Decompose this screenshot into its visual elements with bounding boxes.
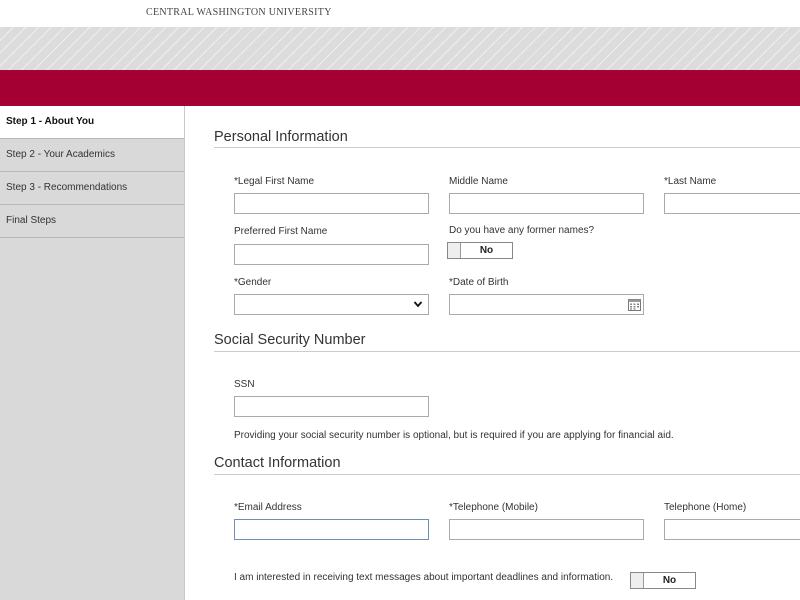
ssn-input[interactable] bbox=[234, 396, 429, 417]
ssn-label: SSN bbox=[234, 379, 255, 390]
text-opt-in-value: No bbox=[662, 575, 677, 586]
toggle-knob bbox=[448, 243, 461, 258]
email-label: *Email Address bbox=[234, 502, 302, 513]
mobile-phone-input[interactable] bbox=[449, 519, 644, 540]
dob-label: *Date of Birth bbox=[449, 277, 509, 288]
sidebar: Step 1 - About You Step 2 - Your Academi… bbox=[0, 106, 185, 600]
chevron-down-icon bbox=[413, 301, 423, 308]
sidebar-item-step3[interactable]: Step 3 - Recommendations bbox=[0, 172, 184, 205]
calendar-icon[interactable] bbox=[628, 298, 641, 311]
sidebar-item-step2[interactable]: Step 2 - Your Academics bbox=[0, 139, 184, 172]
section-title-ssn: Social Security Number bbox=[214, 332, 366, 348]
gender-label: *Gender bbox=[234, 277, 272, 288]
middle-name-input[interactable] bbox=[449, 193, 644, 214]
application-form: Personal Information *Legal First Name M… bbox=[185, 106, 800, 600]
last-name-label: *Last Name bbox=[664, 176, 717, 187]
first-name-label: *Legal First Name bbox=[234, 176, 315, 187]
ssn-note: Providing your social security number is… bbox=[234, 430, 674, 441]
top-bar: CENTRAL WASHINGTON UNIVERSITY bbox=[0, 0, 800, 27]
text-opt-in-label: I am interested in receiving text messag… bbox=[234, 572, 614, 583]
middle-name-label: Middle Name bbox=[449, 176, 508, 187]
former-names-label: Do you have any former names? bbox=[449, 225, 595, 236]
mobile-phone-label: *Telephone (Mobile) bbox=[449, 502, 538, 513]
toggle-knob bbox=[631, 573, 644, 588]
home-phone-label: Telephone (Home) bbox=[664, 502, 747, 513]
email-input[interactable] bbox=[234, 519, 429, 540]
university-name: CENTRAL WASHINGTON UNIVERSITY bbox=[146, 7, 332, 18]
former-names-toggle[interactable]: No bbox=[447, 242, 513, 259]
header-banner bbox=[0, 27, 800, 70]
sidebar-item-final[interactable]: Final Steps bbox=[0, 205, 184, 238]
gender-select[interactable] bbox=[234, 294, 429, 315]
section-title-contact: Contact Information bbox=[214, 455, 341, 471]
preferred-name-input[interactable] bbox=[234, 244, 429, 265]
home-phone-input[interactable] bbox=[664, 519, 800, 540]
preferred-name-label: Preferred First Name bbox=[234, 226, 328, 237]
dob-input[interactable] bbox=[449, 294, 644, 315]
brand-bar bbox=[0, 70, 800, 106]
first-name-input[interactable] bbox=[234, 193, 429, 214]
section-divider bbox=[214, 351, 800, 352]
last-name-input[interactable] bbox=[664, 193, 800, 214]
text-opt-in-toggle[interactable]: No bbox=[630, 572, 696, 589]
section-divider bbox=[214, 147, 800, 148]
section-divider bbox=[214, 474, 800, 475]
former-names-value: No bbox=[479, 245, 494, 256]
sidebar-item-step1[interactable]: Step 1 - About You bbox=[0, 106, 184, 139]
section-title-personal: Personal Information bbox=[214, 129, 348, 145]
